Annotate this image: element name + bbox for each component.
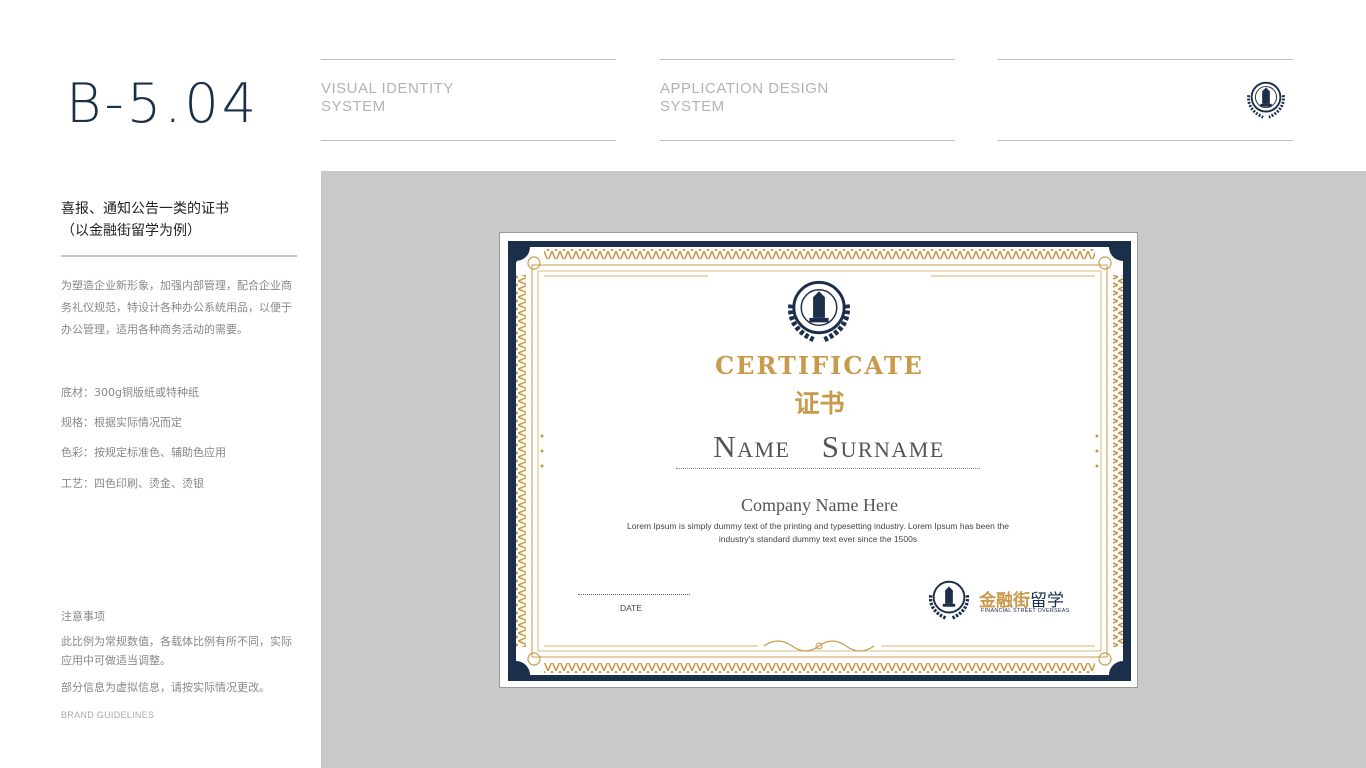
section-title-line2: （以金融街留学为例） [61, 223, 201, 239]
brand-guidelines-label: BRAND GUIDELINES [61, 710, 155, 720]
header-application-design: APPLICATION DESIGN SYSTEM [660, 59, 955, 141]
header-application-design-line2: SYSTEM [660, 98, 725, 115]
left-column: 喜报、通知公告一类的证书 （以金融街留学为例） 为塑造企业新形象，加强内部管理，… [61, 198, 297, 341]
certificate: CERTIFICATE 证书 Name Surname Company Name… [508, 241, 1131, 681]
school-seal-icon [928, 580, 970, 620]
company-name: Company Name Here [741, 495, 898, 515]
header-visual-identity-line2: SYSTEM [321, 98, 386, 115]
date-line [578, 594, 690, 595]
header-visual-identity-line1: VISUAL IDENTITY [321, 80, 454, 97]
header-visual-identity: VISUAL IDENTITY SYSTEM [321, 59, 616, 141]
notes-title: 注意事项 [61, 610, 105, 623]
section-divider [61, 255, 297, 257]
section-description: 为塑造企业新形象，加强内部管理，配合企业商务礼仪规范，特设计各种办公系统用品，以… [61, 278, 292, 336]
school-seal-icon [788, 280, 850, 343]
recipient-name: Name Surname [713, 429, 945, 464]
page-code: B-5.04 [66, 72, 260, 135]
spec-process: 工艺：四色印刷、烫金、烫银 [61, 477, 204, 490]
header-logo-box [998, 59, 1293, 141]
name-underline [676, 468, 980, 469]
certificate-title: CERTIFICATE [715, 351, 924, 380]
section-title-line1: 喜报、通知公告一类的证书 [61, 201, 229, 217]
spec-color: 色彩：按规定标准色、辅助色应用 [61, 446, 226, 459]
spec-size: 规格：根据实际情况而定 [61, 416, 182, 429]
note-1: 此比例为常规数值，各载体比例有所不同，实际应用中可做适当调整。 [61, 635, 292, 667]
school-seal-icon [1247, 81, 1285, 119]
note-2: 部分信息为虚拟信息，请按实际情况更改。 [61, 681, 270, 694]
date-label: DATE [620, 603, 643, 613]
certificate-subtitle: 证书 [794, 389, 845, 418]
header-application-design-line1: APPLICATION DESIGN [660, 80, 829, 97]
brand-logo-english: FINANCIAL STREET OVERSEAS [981, 608, 1070, 614]
certificate-body-text: Lorem Ipsum is simply dummy text of the … [626, 521, 1010, 544]
spec-material: 底材：300g铜版纸或特种纸 [61, 386, 199, 399]
